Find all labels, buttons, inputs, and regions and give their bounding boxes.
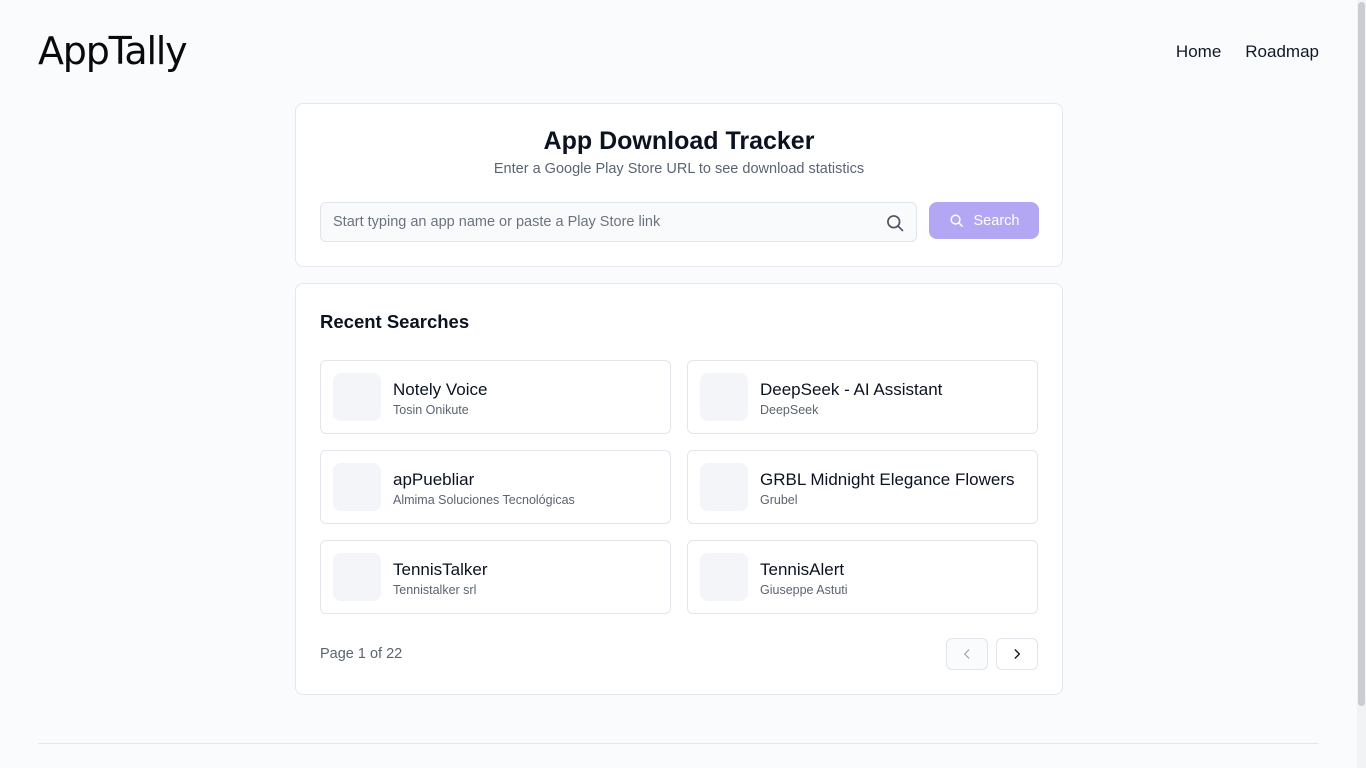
app-icon	[333, 463, 381, 511]
recent-app-item[interactable]: apPuebliar Almima Soluciones Tecnológica…	[320, 450, 671, 524]
footer-divider	[38, 743, 1319, 744]
scrollbar[interactable]	[1357, 0, 1366, 768]
app-icon	[333, 373, 381, 421]
next-page-button[interactable]	[996, 638, 1038, 670]
app-developer: DeepSeek	[760, 403, 819, 417]
search-button-icon	[949, 214, 963, 227]
prev-page-button[interactable]	[946, 638, 988, 670]
app-name: TennisAlert	[760, 560, 845, 579]
search-button-label: Search	[973, 212, 1020, 229]
app-developer: Giuseppe Astuti	[760, 583, 848, 597]
nav-home-link[interactable]: Home	[1176, 40, 1221, 64]
chevron-left-icon	[964, 649, 970, 659]
top-nav: Home Roadmap	[1176, 40, 1319, 64]
app-name: apPuebliar	[393, 470, 475, 489]
recent-app-item[interactable]: DeepSeek - AI Assistant DeepSeek	[687, 360, 1038, 434]
app-name: GRBL Midnight Elegance Flowers	[760, 470, 1015, 489]
page-title: App Download Tracker	[543, 127, 815, 155]
app-developer: Grubel	[760, 493, 798, 507]
search-button[interactable]: Search	[929, 202, 1039, 239]
recent-searches-card: Recent Searches Notely Voice Tosin Oniku…	[295, 283, 1063, 695]
nav-roadmap-link[interactable]: Roadmap	[1245, 40, 1319, 64]
scrollbar-thumb[interactable]	[1358, 2, 1365, 706]
page: AppTally Home Roadmap App Download Track…	[0, 0, 1366, 768]
logo[interactable]: AppTally	[38, 26, 188, 76]
app-developer: Tosin Onikute	[393, 403, 469, 417]
recent-app-item[interactable]: TennisTalker Tennistalker srl	[320, 540, 671, 614]
recent-app-item[interactable]: TennisAlert Giuseppe Astuti	[687, 540, 1038, 614]
recent-app-item[interactable]: GRBL Midnight Elegance Flowers Grubel	[687, 450, 1038, 524]
app-name: DeepSeek - AI Assistant	[760, 380, 943, 399]
search-input[interactable]	[333, 203, 873, 241]
app-developer: Tennistalker srl	[393, 583, 477, 597]
app-developer: Almima Soluciones Tecnológicas	[393, 493, 575, 507]
page-subtitle: Enter a Google Play Store URL to see dow…	[493, 161, 865, 177]
app-name: Notely Voice	[393, 380, 488, 399]
app-name: TennisTalker	[393, 560, 488, 579]
recent-apps-grid: Notely Voice Tosin Onikute DeepSeek - AI…	[320, 360, 1038, 614]
app-icon	[333, 553, 381, 601]
recent-app-item[interactable]: Notely Voice Tosin Onikute	[320, 360, 671, 434]
search-field[interactable]	[320, 202, 917, 242]
search-card: App Download Tracker Enter a Google Play…	[295, 103, 1063, 267]
chevron-right-icon	[1014, 649, 1021, 659]
recent-searches-title: Recent Searches	[320, 311, 470, 332]
pagination-status: Page 1 of 22	[320, 646, 403, 662]
search-icon[interactable]	[885, 213, 905, 233]
app-icon	[700, 553, 748, 601]
app-icon	[700, 373, 748, 421]
app-icon	[700, 463, 748, 511]
